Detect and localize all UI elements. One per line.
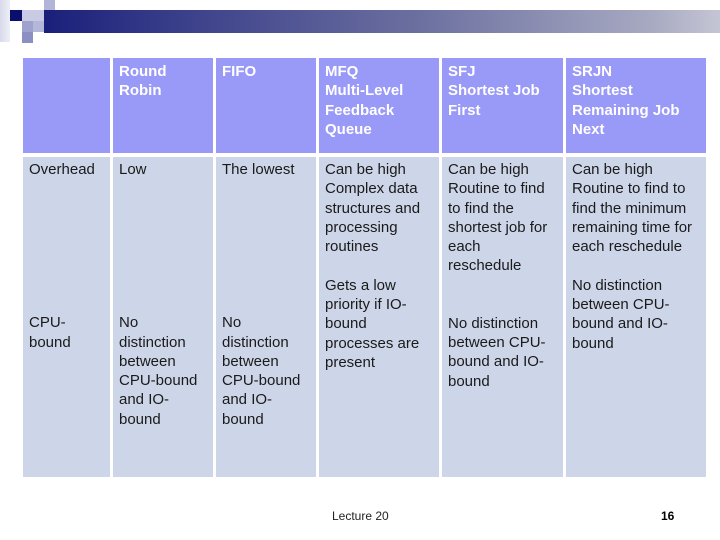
header-text: SFJ Shortest Job First bbox=[448, 63, 540, 119]
slide-page-number: 16 bbox=[661, 509, 675, 523]
table-row: Overhead CPU-bound Low No distinction be… bbox=[23, 157, 706, 477]
decorative-square bbox=[22, 10, 44, 21]
row-label-cpu-bound: CPU-bound bbox=[29, 314, 71, 351]
row-label-overhead: Overhead bbox=[29, 161, 95, 178]
title-banner-bar bbox=[44, 10, 720, 33]
cell-srjn: Can be high Routine to find to find the … bbox=[566, 157, 706, 477]
cpu-bound-value: Gets a low priority if IO-bound processe… bbox=[325, 276, 420, 371]
decorative-square bbox=[33, 21, 44, 32]
header-text: Round Robin bbox=[119, 63, 167, 100]
header-row: Round Robin FIFO MFQ Multi-Level Feedbac… bbox=[23, 58, 706, 157]
overhead-value: Can be high Routine to find to find the … bbox=[448, 161, 548, 275]
cpu-bound-value: No distinction between CPU-bound and IO-… bbox=[448, 314, 546, 390]
cell-round-robin: Low No distinction between CPU-bound and… bbox=[113, 157, 213, 477]
header-cell-srjn: SRJN Shortest Remaining Job Next bbox=[566, 58, 706, 157]
footer-lecture-label: Lecture 20 bbox=[332, 509, 389, 523]
header-cell-sfj: SFJ Shortest Job First bbox=[442, 58, 563, 157]
cell-mfq: Can be high Complex data structures and … bbox=[319, 157, 439, 477]
overhead-value: Can be high Complex data structures and … bbox=[325, 161, 421, 256]
scheduling-comparison-table: Round Robin FIFO MFQ Multi-Level Feedbac… bbox=[20, 58, 709, 477]
overhead-value: Low bbox=[119, 161, 147, 178]
header-cell-fifo: FIFO bbox=[216, 58, 316, 157]
cpu-bound-value: No distinction between CPU-bound and IO-… bbox=[119, 314, 198, 428]
header-text: MFQ Multi-Level Feedback Queue bbox=[325, 63, 404, 138]
cell-fifo: The lowest No distinction between CPU-bo… bbox=[216, 157, 316, 477]
decorative-square bbox=[10, 10, 22, 21]
cpu-bound-value: No distinction between CPU-bound and IO-… bbox=[222, 314, 301, 428]
overhead-value: Can be high Routine to find to find the … bbox=[572, 161, 693, 256]
decorative-square bbox=[0, 0, 10, 42]
decorative-square bbox=[22, 32, 33, 43]
cpu-bound-value: No distinction between CPU-bound and IO-… bbox=[572, 276, 670, 352]
header-cell-empty bbox=[23, 58, 110, 157]
overhead-value: The lowest bbox=[222, 161, 295, 178]
header-cell-mfq: MFQ Multi-Level Feedback Queue bbox=[319, 58, 439, 157]
header-text: SRJN Shortest Remaining Job Next bbox=[572, 63, 680, 138]
cell-sfj: Can be high Routine to find to find the … bbox=[442, 157, 563, 477]
header-cell-round-robin: Round Robin bbox=[113, 58, 213, 157]
row-label-cell: Overhead CPU-bound bbox=[23, 157, 110, 477]
header-text: FIFO bbox=[222, 63, 257, 80]
